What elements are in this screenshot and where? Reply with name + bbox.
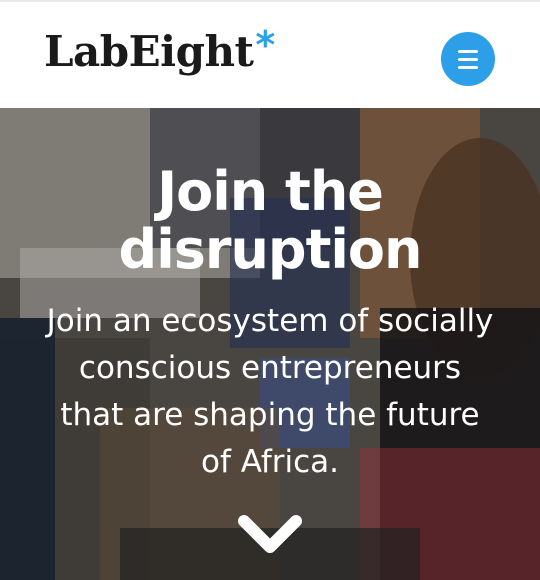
hero-subtitle: Join an ecosystem of socially conscious … [0, 298, 540, 486]
logo-text: LabEight [44, 27, 254, 76]
logo[interactable]: LabEight* [44, 23, 275, 81]
hero-title: Join the disruption [0, 163, 540, 279]
logo-asterisk: * [255, 23, 275, 67]
hero-title-line: disruption [118, 218, 423, 281]
site-header: LabEight* [0, 0, 540, 108]
hero-subtitle-line: conscious entrepreneurs [78, 350, 462, 386]
hero-title-line: Join the [157, 160, 384, 223]
hero-subtitle-line: of Africa. [200, 444, 339, 480]
hero-subtitle-line: that are shaping the future [60, 397, 480, 433]
hero-subtitle-line: Join an ecosystem of socially [46, 303, 494, 339]
menu-button[interactable] [441, 32, 495, 86]
hero-section: Join the disruption Join an ecosystem of… [0, 108, 540, 580]
chevron-down-icon[interactable] [236, 513, 304, 557]
